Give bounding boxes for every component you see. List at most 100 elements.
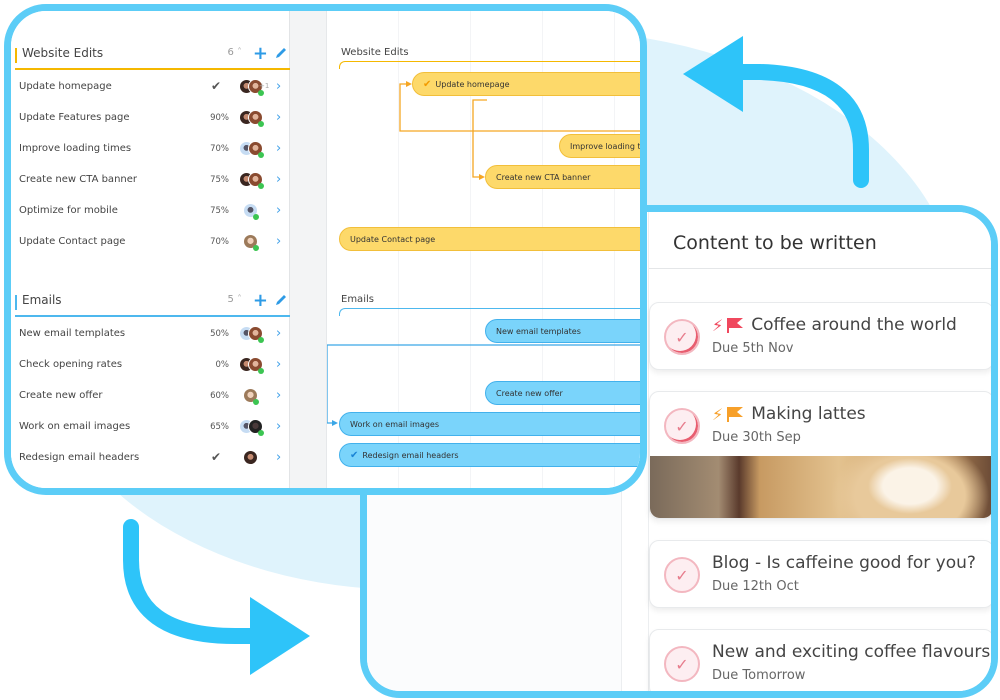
open-task-chevron-icon[interactable]: › [276, 419, 281, 434]
bar-label: Update homepage [435, 79, 510, 89]
due-date: Due 30th Sep [712, 430, 801, 445]
group-count[interactable]: 6 ˄ [227, 47, 242, 58]
dependency-arrowhead [332, 420, 338, 426]
edit-pencil-icon[interactable] [274, 46, 288, 60]
content-card[interactable]: ✓ ⚡ Coffee around the world Due 5th Nov [649, 302, 991, 370]
content-card[interactable]: ✓ Blog - Is caffeine good for you? Due 1… [649, 540, 991, 608]
task-row[interactable]: Update Contact page 70% › [15, 228, 290, 259]
open-task-chevron-icon[interactable]: › [276, 388, 281, 403]
gantt-bar[interactable]: ✔ Update homepage [412, 72, 640, 96]
task-row[interactable]: Improve loading times 70% › [15, 135, 290, 166]
bar-label: Create new offer [496, 388, 563, 398]
bar-label: New email templates [496, 326, 581, 336]
task-row[interactable]: Optimize for mobile 75% › [15, 197, 290, 228]
gantt-bar[interactable]: ✔ Redesign email headers [339, 443, 640, 467]
task-progress: 0% [215, 360, 230, 370]
open-task-chevron-icon[interactable]: › [276, 172, 281, 187]
count-value: 6 [227, 47, 234, 58]
open-task-chevron-icon[interactable]: › [276, 203, 281, 218]
gantt-bar[interactable]: New email templates [485, 319, 640, 343]
card-title: Blog - Is caffeine good for you? [712, 553, 976, 573]
assignee-avatar[interactable] [243, 450, 258, 465]
flag-icon [727, 407, 744, 422]
bar-label: Improve loading time [570, 141, 647, 151]
gantt-bar[interactable]: Create new CTA banner [485, 165, 640, 189]
check-icon: ✔ [350, 449, 359, 461]
content-card[interactable]: ✓ New and exciting coffee flavours Due T… [649, 629, 991, 691]
task-progress: 70% [210, 237, 229, 247]
complete-check-icon[interactable]: ✓ [664, 646, 700, 682]
online-status-dot [258, 152, 264, 158]
due-date: Due 5th Nov [712, 341, 794, 356]
check-icon: ✔ [423, 78, 432, 90]
due-date: Due 12th Oct [712, 579, 799, 594]
gantt-bar[interactable]: Create new offer [485, 381, 640, 405]
online-status-dot [253, 214, 259, 220]
task-row[interactable]: Update Features page 90% › [15, 104, 290, 135]
gantt-bar[interactable]: Update Contact page [339, 227, 640, 251]
group-accent [15, 295, 17, 310]
task-progress: 75% [210, 206, 229, 216]
gantt-bar[interactable]: Improve loading time [559, 134, 647, 158]
card-title-row: ⚡ Making lattes [712, 404, 866, 424]
due-date: Due Tomorrow [712, 668, 806, 683]
lightning-icon: ⚡ [712, 315, 724, 335]
group-title: Emails [22, 293, 62, 307]
task-row[interactable]: Redesign email headers ✔ › [15, 444, 290, 475]
task-row[interactable]: Work on email images 65% › [15, 413, 290, 444]
task-name: Update Contact page [19, 236, 126, 247]
task-progress: 90% [210, 113, 229, 123]
online-status-dot [258, 121, 264, 127]
complete-check-icon[interactable]: ✓ [664, 319, 700, 355]
task-progress: 75% [210, 175, 229, 185]
group-header-website-edits[interactable]: Website Edits 6 ˄ + [15, 41, 290, 71]
task-progress: 60% [210, 391, 229, 401]
complete-check-icon[interactable]: ✓ [664, 408, 700, 444]
online-status-dot [258, 368, 264, 374]
extra-assignees-count: +1 [259, 82, 270, 90]
open-task-chevron-icon[interactable]: › [276, 79, 281, 94]
task-row[interactable]: Check opening rates 0% › [15, 351, 290, 382]
open-task-chevron-icon[interactable]: › [276, 110, 281, 125]
add-task-icon[interactable]: + [253, 288, 268, 314]
done-check-icon: ✔ [211, 79, 222, 93]
task-name: Redesign email headers [19, 452, 140, 463]
open-task-chevron-icon[interactable]: › [276, 234, 281, 249]
group-count[interactable]: 5 ˄ [227, 294, 242, 305]
online-status-dot [253, 245, 259, 251]
task-row[interactable]: Create new CTA banner 75% › [15, 166, 290, 197]
splitter[interactable] [290, 11, 327, 488]
task-row[interactable]: New email templates 50% › [15, 320, 290, 351]
flag-icon [727, 318, 744, 333]
gantt-timeline: Website Edits Emails ✔ Update homepage I… [327, 11, 640, 488]
card-title: Coffee around the world [751, 315, 957, 335]
group-header-emails[interactable]: Emails 5 ˄ + [15, 288, 290, 318]
edit-pencil-icon[interactable] [274, 293, 288, 307]
online-status-dot [253, 399, 259, 405]
open-task-chevron-icon[interactable]: › [276, 326, 281, 341]
add-task-icon[interactable]: + [253, 41, 268, 67]
open-task-chevron-icon[interactable]: › [276, 450, 281, 465]
open-task-chevron-icon[interactable]: › [276, 141, 281, 156]
bar-label: Redesign email headers [362, 450, 459, 460]
task-progress: 70% [210, 144, 229, 154]
bar-label: Work on email images [350, 419, 439, 429]
column-title: Content to be written [673, 232, 877, 254]
group-divider [15, 315, 290, 317]
collapse-icon[interactable]: ˄ [237, 47, 242, 58]
collapse-icon[interactable]: ˄ [237, 294, 242, 305]
task-row[interactable]: Create new offer 60% › [15, 382, 290, 413]
group-title: Website Edits [22, 46, 104, 60]
task-list: Website Edits 6 ˄ + Update homepage ✔ +1 › U… [11, 11, 290, 488]
task-name: Check opening rates [19, 359, 123, 370]
open-task-chevron-icon[interactable]: › [276, 357, 281, 372]
complete-check-icon[interactable]: ✓ [664, 557, 700, 593]
online-status-dot [258, 337, 264, 343]
timeline-group-label: Emails [341, 294, 374, 305]
content-card[interactable]: ✓ ⚡ Making lattes Due 30th Sep [649, 391, 991, 519]
task-row[interactable]: Update homepage ✔ +1 › [15, 73, 290, 104]
online-status-dot [258, 183, 264, 189]
gantt-bar[interactable]: Work on email images [339, 412, 640, 436]
bar-label: Create new CTA banner [496, 172, 591, 182]
card-title: New and exciting coffee flavours [712, 642, 991, 662]
